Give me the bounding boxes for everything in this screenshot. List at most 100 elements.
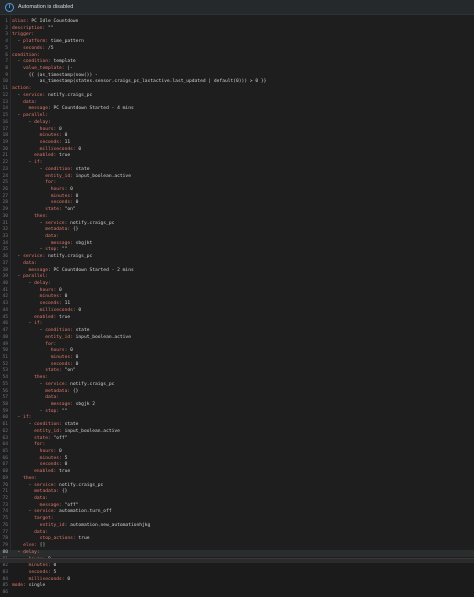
line-number: 64 [2,442,8,448]
code-line[interactable]: 11 action: [0,86,474,93]
code-line[interactable]: 39 - parallel: [0,274,474,281]
code-line[interactable]: 78 stop_actions: true [0,536,474,543]
code-line[interactable]: 12 - service: notify.craigs_pc [0,93,474,100]
code-line[interactable]: 69 then: [0,476,474,483]
code-line[interactable]: 20 milliseconds: 0 [0,147,474,154]
code-line[interactable]: 22 - if: [0,160,474,167]
code-line[interactable]: 19 seconds: 11 [0,140,474,147]
code-line[interactable]: 16 - delay: [0,120,474,127]
code-line[interactable]: 42 minutes: 0 [0,294,474,301]
yaml-key: service: [45,381,68,387]
code-line[interactable]: 71 metadata: {} [0,489,474,496]
code-line[interactable]: 56 metadata: {} [0,389,474,396]
yaml-value: 0 [75,307,82,313]
yaml-value: 0 [64,576,71,582]
code-line[interactable]: 25 for: [0,180,474,187]
code-line[interactable]: 14 message: PC Countdown Started - 4 min… [0,106,474,113]
code-line[interactable]: 79 else: [] [0,543,474,550]
code-line[interactable]: 82 minutes: 0 [0,563,474,570]
line-text: - delay: [12,550,40,557]
line-text: milliseconds: 0 [12,307,82,315]
code-line[interactable]: 33 data: [0,234,474,241]
yaml-value [12,46,23,51]
code-line[interactable]: 21 enabled: true [0,153,474,160]
code-line[interactable]: 85 mode: single [0,583,474,590]
line-number: 12 [2,92,8,98]
code-line[interactable]: 10 as_timestamp(states.sensor.craigs_pc_… [0,79,474,86]
code-line[interactable]: 4 - platform: time_pattern [0,39,474,46]
code-line[interactable]: 76 entity_id: automation.new_automationh… [0,523,474,530]
line-number: 30 [2,213,8,219]
code-line[interactable]: 66 minutes: 5 [0,456,474,463]
code-line[interactable]: 74 - service: automation.turn_off [0,509,474,516]
code-line[interactable]: 44 milliseconds: 0 [0,308,474,315]
code-lines[interactable]: 1 alias: PC Idle Countdown 2 description: "… [0,19,474,597]
yaml-key: milliseconds: [39,307,76,313]
code-line[interactable]: 51 minutes: 0 [0,355,474,362]
yaml-key: condition: [45,328,73,334]
code-line[interactable]: 40 - delay: [0,281,474,288]
code-line[interactable]: 72 data: [0,496,474,503]
code-line[interactable]: 61 - condition: state [0,422,474,429]
code-line[interactable]: 24 entity_id: input_boolean.active [0,174,474,181]
yaml-key: data: [45,395,60,401]
code-line[interactable]: 83 seconds: 5 [0,570,474,577]
line-number: 57 [2,395,8,401]
code-line[interactable]: 26 hours: 0 [0,187,474,194]
line-text: data: [12,496,48,503]
code-line[interactable]: 48 entity_id: input_boolean.active [0,335,474,342]
code-line[interactable]: 58 message: sbgjk 2 [0,402,474,409]
code-line[interactable]: 18 minutes: 0 [0,133,474,140]
code-line[interactable]: 29 state: "on" [0,207,474,214]
code-line[interactable]: 65 hours: 0 [0,449,474,456]
code-line[interactable]: 30 then: [0,214,474,221]
code-line[interactable]: 53 state: "on" [0,368,474,375]
code-line[interactable]: 37 data: [0,261,474,268]
line-number: 61 [2,422,8,428]
code-line[interactable]: 1 alias: PC Idle Countdown [0,19,474,26]
yaml-key: message: [39,502,62,508]
code-line[interactable]: 70 - service: notify.craigs_pc [0,483,474,490]
code-line[interactable]: 23 - condition: state [0,167,474,174]
code-line[interactable]: 41 hours: 0 [0,288,474,295]
yaml-code-editor[interactable]: 1 alias: PC Idle Countdown 2 description: "… [0,15,474,595]
yaml-value: 0 [56,449,62,454]
code-line[interactable]: 5 seconds: /5 [0,46,474,53]
code-line[interactable]: 54 then: [0,375,474,382]
code-line[interactable]: 84 milliseconds: 0 [0,577,474,584]
code-line[interactable]: 62 entity_id: input_boolean.active [0,429,474,436]
code-line[interactable]: 67 seconds: 0 [0,462,474,469]
yaml-value [12,368,45,373]
line-text: target: [12,516,53,523]
line-number: 76 [2,522,8,528]
code-line[interactable]: 36 - service: notify.craigs_pc [0,254,474,261]
code-line[interactable]: 15 - parallel: [0,113,474,120]
code-line[interactable]: 59 - stop: "" [0,409,474,416]
code-line[interactable]: 75 target: [0,516,474,523]
yaml-value: {} [59,489,68,495]
line-number: 4 [5,39,8,45]
code-line[interactable]: 45 enabled: true [0,315,474,322]
code-line[interactable]: 47 - condition: state [0,328,474,335]
code-line[interactable]: 50 hours: 0 [0,348,474,355]
code-line[interactable]: 43 seconds: 11 [0,301,474,308]
code-line[interactable]: 38 message: PC Countdown Started - 2 min… [0,268,474,275]
code-line[interactable]: 80 - delay: [0,549,474,557]
yaml-key: state: [45,368,62,374]
code-line[interactable]: 34 message: sbgjkt [0,241,474,248]
code-line[interactable]: 86 [0,590,474,597]
line-number: 16 [2,119,8,125]
code-line[interactable]: 32 metadata: {} [0,227,474,234]
code-line[interactable]: 68 enabled: true [0,469,474,476]
code-line[interactable]: 2 description: "" [0,26,474,33]
code-line[interactable]: 8 value_template: |- [0,66,474,73]
yaml-value: PC Countdown Started - 4 mins [50,106,134,112]
code-line[interactable]: 55 - service: notify.craigs_pc [0,382,474,389]
yaml-value: true [75,536,90,542]
code-line[interactable]: 57 data: [0,395,474,402]
code-line[interactable]: 64 for: [0,442,474,449]
code-line[interactable]: 17 hours: 0 [0,127,474,134]
line-number: 25 [2,180,8,186]
yaml-value [12,489,34,494]
code-line[interactable]: 63 state: "off" [0,436,474,443]
